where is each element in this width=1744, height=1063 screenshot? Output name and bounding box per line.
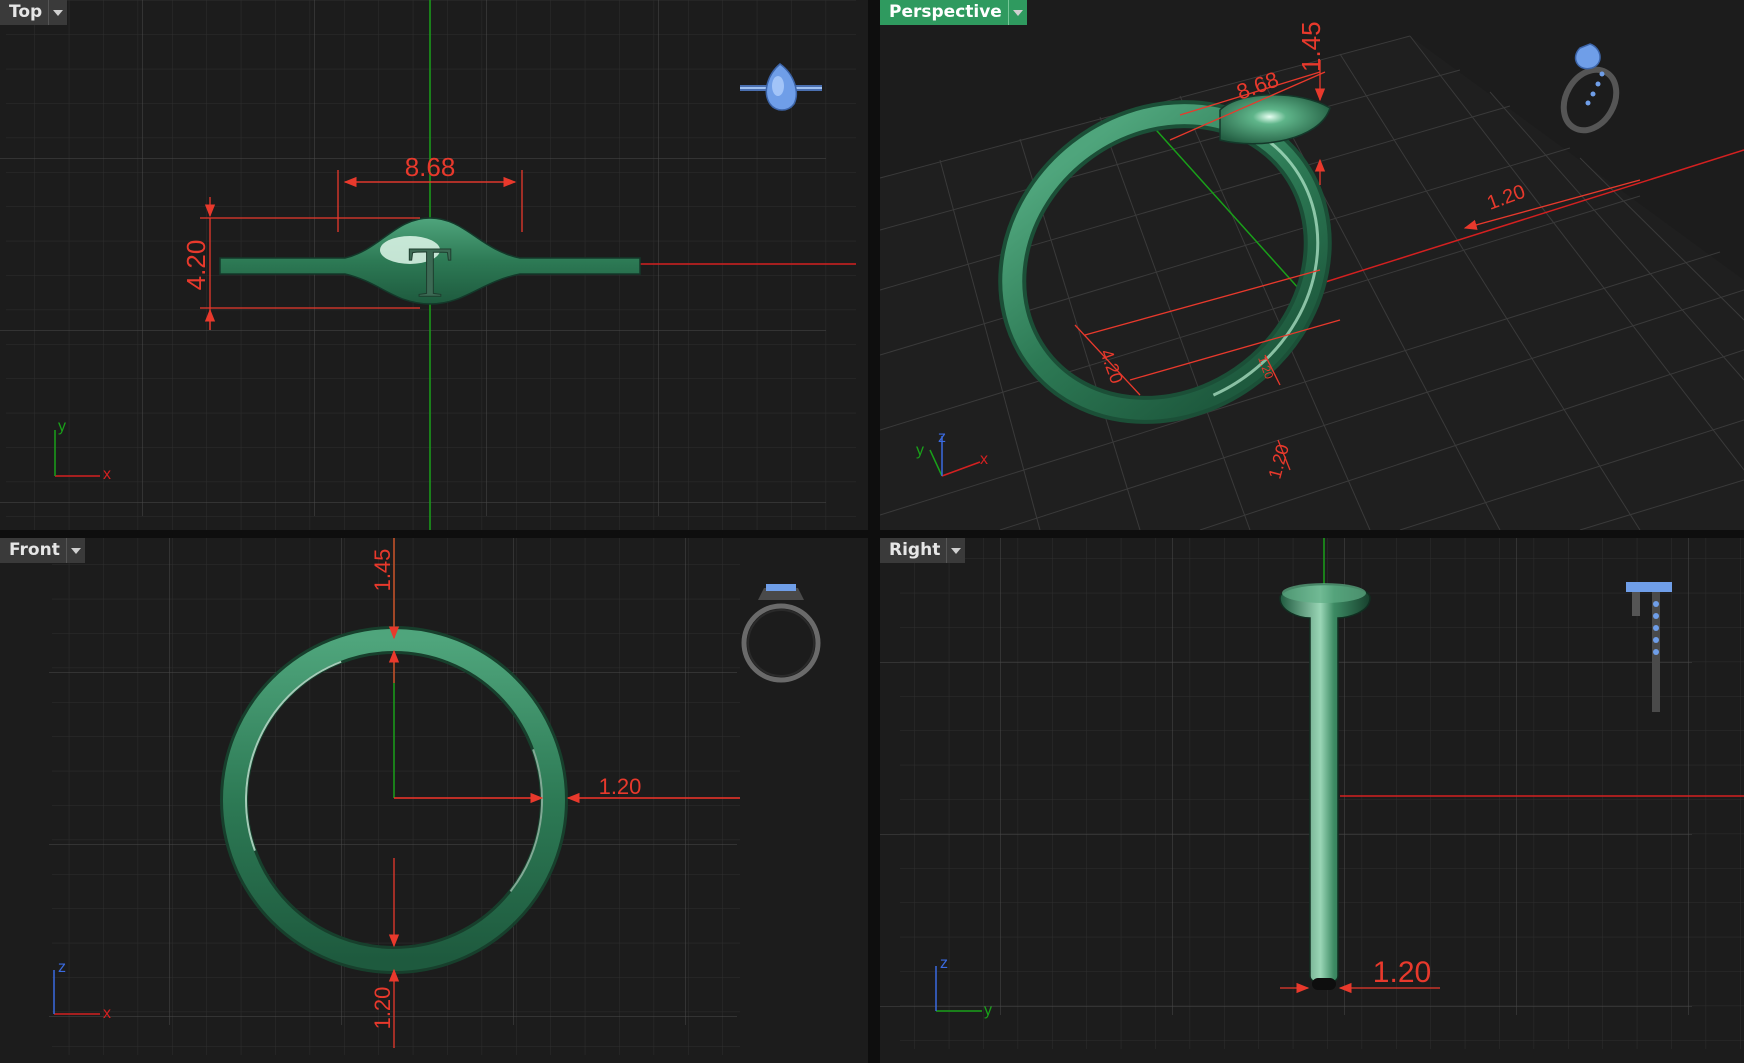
perspective-view-canvas: 8.68 1.45 1.20 4.20 1.20 1.20 x y z bbox=[880, 21, 1744, 530]
svg-text:z: z bbox=[938, 429, 946, 446]
top-view-canvas: T 8.68 4.20 x y bbox=[0, 0, 856, 530]
dimension-label-height: 4.20 bbox=[181, 240, 211, 291]
viewport-label-right: Right bbox=[889, 540, 941, 560]
svg-text:y: y bbox=[984, 1002, 992, 1019]
right-view-canvas: 1.20 y z bbox=[880, 538, 1744, 1049]
svg-text:x: x bbox=[980, 451, 988, 468]
viewport-label-perspective: Perspective bbox=[889, 2, 1002, 22]
svg-text:z: z bbox=[940, 955, 948, 972]
viewport-tab-right[interactable]: Right bbox=[880, 538, 966, 563]
dimension-label-bottom: 1.20 bbox=[370, 987, 395, 1030]
svg-text:y: y bbox=[916, 442, 924, 459]
dimension-label-top-height: 1.45 bbox=[1296, 21, 1326, 72]
svg-text:x: x bbox=[103, 1005, 111, 1022]
dimension-label-width: 8.68 bbox=[405, 152, 456, 182]
viewport-tab-perspective[interactable]: Perspective bbox=[880, 0, 1027, 25]
ring-engraving-letter: T bbox=[408, 232, 452, 312]
dropdown-arrow-icon[interactable] bbox=[48, 0, 67, 25]
svg-text:y: y bbox=[58, 418, 66, 435]
viewport-tab-front[interactable]: Front bbox=[0, 538, 85, 563]
viewport-divider-horizontal[interactable] bbox=[0, 530, 1744, 538]
dimension-label-top: 1.45 bbox=[370, 549, 395, 592]
viewport-top[interactable]: Top T 8.68 4.20 x y bbox=[0, 0, 868, 530]
svg-text:x: x bbox=[103, 466, 111, 483]
dimension-label-right: 1.20 bbox=[599, 774, 642, 799]
dropdown-arrow-icon[interactable] bbox=[946, 538, 965, 563]
dropdown-arrow-icon[interactable] bbox=[1007, 0, 1027, 25]
svg-text:z: z bbox=[58, 959, 66, 976]
viewport-right[interactable]: Right 1.20 y z bbox=[880, 538, 1744, 1063]
dropdown-arrow-icon[interactable] bbox=[65, 538, 85, 563]
ring-preview-icon bbox=[1560, 43, 1620, 134]
viewport-label-top: Top bbox=[9, 2, 43, 22]
viewport-perspective[interactable]: Perspective 8.68 1.45 1.20 4.20 1.20 1.2… bbox=[880, 0, 1744, 530]
viewport-label-front: Front bbox=[9, 540, 60, 560]
dimension-label-bottom-right: 1.20 bbox=[1373, 956, 1431, 989]
viewport-tab-top[interactable]: Top bbox=[0, 0, 68, 25]
viewport-front[interactable]: Front 1.45 1.20 1.20 x z bbox=[0, 538, 868, 1063]
front-view-canvas: 1.45 1.20 1.20 x z bbox=[49, 538, 821, 1055]
ring-preview-icon bbox=[741, 584, 821, 683]
